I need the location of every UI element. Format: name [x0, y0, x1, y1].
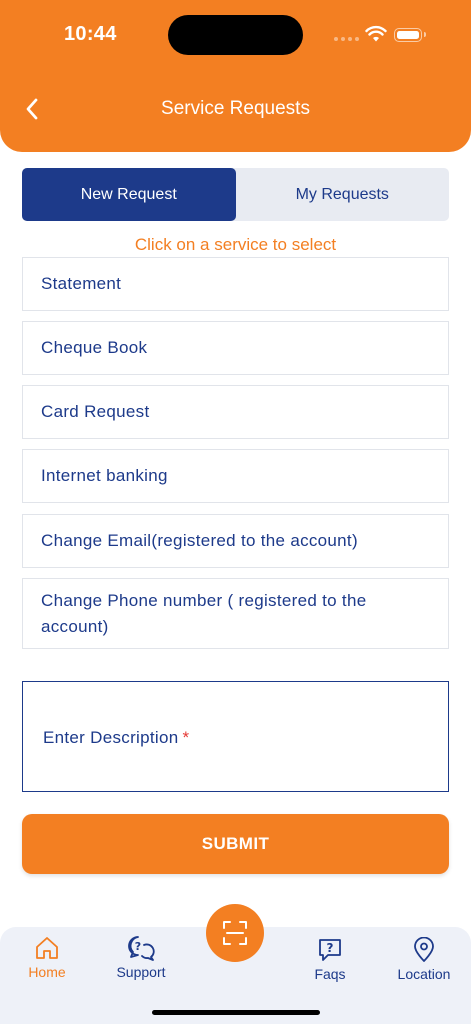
service-item-label: Change Phone number ( registered to the …	[41, 590, 367, 636]
nav-item-location[interactable]: Location	[384, 937, 464, 982]
nav-item-support[interactable]: ? Support	[101, 935, 181, 980]
description-label: Enter Description *	[43, 728, 190, 747]
service-item-label: Internet banking	[41, 466, 168, 485]
description-input[interactable]: Enter Description *	[22, 681, 449, 792]
submit-button[interactable]: SUBMIT	[22, 814, 449, 874]
home-icon	[36, 937, 58, 959]
nav-label: Support	[116, 964, 166, 980]
nav-item-faqs[interactable]: ? Faqs	[290, 937, 370, 982]
status-time: 10:44	[64, 23, 117, 45]
battery-icon	[394, 28, 426, 42]
app-header: 10:44 Service Requests	[0, 0, 471, 152]
service-item-change-email[interactable]: Change Email(registered to the account)	[22, 514, 449, 568]
cellular-signal-icon	[334, 37, 359, 41]
service-item-statement[interactable]: Statement	[22, 257, 449, 311]
tab-my-requests[interactable]: My Requests	[236, 168, 450, 221]
page-title: Service Requests	[161, 98, 310, 119]
svg-text:?: ?	[327, 941, 334, 955]
home-indicator	[152, 1010, 320, 1015]
request-tabs: New Request My Requests	[22, 168, 449, 221]
service-item-label: Statement	[41, 274, 122, 293]
faq-icon: ?	[319, 939, 341, 961]
nav-label: Faqs	[314, 966, 346, 982]
nav-label: Location	[397, 966, 451, 982]
svg-text:?: ?	[135, 940, 141, 953]
wifi-icon	[365, 25, 387, 42]
service-item-internet-banking[interactable]: Internet banking	[22, 449, 449, 503]
service-item-cheque-book[interactable]: Cheque Book	[22, 321, 449, 375]
location-pin-icon	[414, 937, 434, 962]
required-mark: *	[182, 728, 190, 747]
scan-icon	[223, 921, 247, 945]
select-hint: Click on a service to select	[134, 235, 337, 254]
nav-label: Home	[28, 964, 66, 980]
scan-button[interactable]	[206, 904, 264, 962]
support-chat-icon: ?	[128, 936, 155, 961]
service-item-card-request[interactable]: Card Request	[22, 385, 449, 439]
status-indicators	[334, 24, 434, 46]
service-item-change-phone[interactable]: Change Phone number ( registered to the …	[22, 578, 449, 649]
nav-item-home[interactable]: Home	[7, 935, 87, 980]
tab-new-request[interactable]: New Request	[22, 168, 236, 221]
service-item-label: Card Request	[41, 402, 150, 421]
service-item-label: Change Email(registered to the account)	[41, 531, 358, 550]
service-item-label: Cheque Book	[41, 338, 148, 357]
dynamic-island	[168, 15, 303, 55]
